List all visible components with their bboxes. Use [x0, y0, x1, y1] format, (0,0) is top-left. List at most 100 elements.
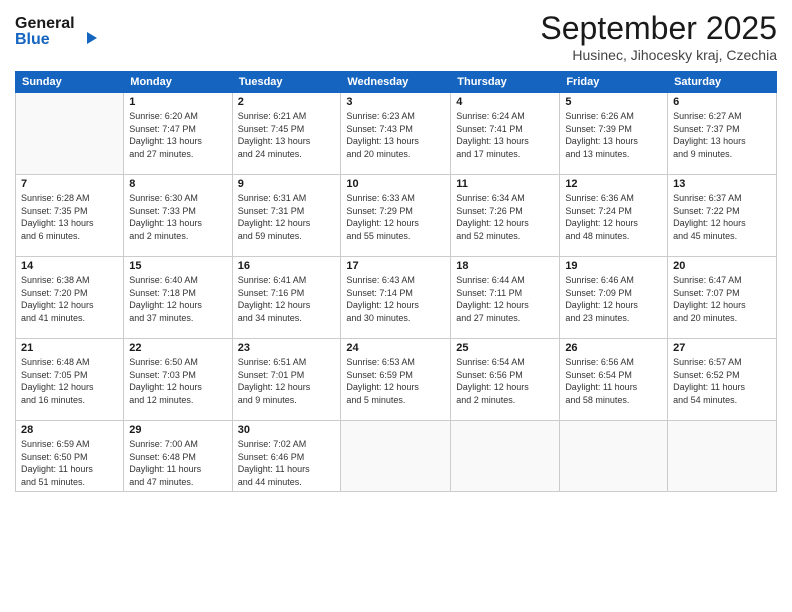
logo-text: General Blue: [15, 10, 105, 55]
table-row: 2 Sunrise: 6:21 AMSunset: 7:45 PMDaylight…: [232, 93, 341, 175]
table-row: 6 Sunrise: 6:27 AMSunset: 7:37 PMDaylight…: [668, 93, 777, 175]
day-info: Sunrise: 6:56 AMSunset: 6:54 PMDaylight:…: [565, 356, 662, 406]
day-info: Sunrise: 7:02 AMSunset: 6:46 PMDaylight:…: [238, 438, 336, 488]
day-info: Sunrise: 6:37 AMSunset: 7:22 PMDaylight:…: [673, 192, 771, 242]
header-wednesday: Wednesday: [341, 72, 451, 93]
day-info: Sunrise: 6:54 AMSunset: 6:56 PMDaylight:…: [456, 356, 554, 406]
table-row: 22 Sunrise: 6:50 AMSunset: 7:03 PMDayligh…: [124, 339, 232, 421]
day-number: 21: [21, 342, 118, 354]
day-info: Sunrise: 6:43 AMSunset: 7:14 PMDaylight:…: [346, 274, 445, 324]
day-info: Sunrise: 6:28 AMSunset: 7:35 PMDaylight:…: [21, 192, 118, 242]
day-info: Sunrise: 6:48 AMSunset: 7:05 PMDaylight:…: [21, 356, 118, 406]
table-row: 20 Sunrise: 6:47 AMSunset: 7:07 PMDayligh…: [668, 257, 777, 339]
table-row: 21 Sunrise: 6:48 AMSunset: 7:05 PMDayligh…: [16, 339, 124, 421]
header-saturday: Saturday: [668, 72, 777, 93]
table-row: 8 Sunrise: 6:30 AMSunset: 7:33 PMDaylight…: [124, 175, 232, 257]
day-info: Sunrise: 6:33 AMSunset: 7:29 PMDaylight:…: [346, 192, 445, 242]
day-info: Sunrise: 6:40 AMSunset: 7:18 PMDaylight:…: [129, 274, 226, 324]
table-row: 9 Sunrise: 6:31 AMSunset: 7:31 PMDaylight…: [232, 175, 341, 257]
day-number: 6: [673, 96, 771, 108]
day-number: 9: [238, 178, 336, 190]
day-info: Sunrise: 6:21 AMSunset: 7:45 PMDaylight:…: [238, 110, 336, 160]
day-info: Sunrise: 6:36 AMSunset: 7:24 PMDaylight:…: [565, 192, 662, 242]
table-row: 3 Sunrise: 6:23 AMSunset: 7:43 PMDaylight…: [341, 93, 451, 175]
day-info: Sunrise: 6:34 AMSunset: 7:26 PMDaylight:…: [456, 192, 554, 242]
table-row: [451, 421, 560, 492]
day-number: 10: [346, 178, 445, 190]
calendar-page: General Blue September 2025 Husinec, Jih…: [0, 0, 792, 612]
day-info: Sunrise: 6:30 AMSunset: 7:33 PMDaylight:…: [129, 192, 226, 242]
day-number: 19: [565, 260, 662, 272]
day-number: 4: [456, 96, 554, 108]
table-row: 30 Sunrise: 7:02 AMSunset: 6:46 PMDayligh…: [232, 421, 341, 492]
day-number: 30: [238, 424, 336, 436]
day-info: Sunrise: 6:51 AMSunset: 7:01 PMDaylight:…: [238, 356, 336, 406]
table-row: 26 Sunrise: 6:56 AMSunset: 6:54 PMDayligh…: [560, 339, 668, 421]
day-number: 13: [673, 178, 771, 190]
day-number: 2: [238, 96, 336, 108]
day-number: 16: [238, 260, 336, 272]
table-row: 17Sunrise: 6:43 AMSunset: 7:14 PMDayligh…: [341, 257, 451, 339]
table-row: 7 Sunrise: 6:28 AMSunset: 7:35 PMDaylight…: [16, 175, 124, 257]
day-info: Sunrise: 6:38 AMSunset: 7:20 PMDaylight:…: [21, 274, 118, 324]
logo: General Blue: [15, 10, 105, 55]
header-tuesday: Tuesday: [232, 72, 341, 93]
page-header: General Blue September 2025 Husinec, Jih…: [15, 10, 777, 63]
day-number: 20: [673, 260, 771, 272]
table-row: 1 Sunrise: 6:20 AMSunset: 7:47 PMDaylight…: [124, 93, 232, 175]
svg-text:General: General: [15, 15, 75, 32]
day-number: 11: [456, 178, 554, 190]
day-number: 27: [673, 342, 771, 354]
calendar-header-row: Sunday Monday Tuesday Wednesday Thursday…: [16, 72, 777, 93]
day-number: 12: [565, 178, 662, 190]
table-row: 18Sunrise: 6:44 AMSunset: 7:11 PMDayligh…: [451, 257, 560, 339]
day-number: 14: [21, 260, 118, 272]
table-row: 28Sunrise: 6:59 AMSunset: 6:50 PMDayligh…: [16, 421, 124, 492]
day-info: Sunrise: 6:23 AMSunset: 7:43 PMDaylight:…: [346, 110, 445, 160]
day-info: Sunrise: 6:27 AMSunset: 7:37 PMDaylight:…: [673, 110, 771, 160]
table-row: 13 Sunrise: 6:37 AMSunset: 7:22 PMDayligh…: [668, 175, 777, 257]
day-info: Sunrise: 6:24 AMSunset: 7:41 PMDaylight:…: [456, 110, 554, 160]
table-row: 4 Sunrise: 6:24 AMSunset: 7:41 PMDaylight…: [451, 93, 560, 175]
day-number: 26: [565, 342, 662, 354]
day-info: Sunrise: 6:53 AMSunset: 6:59 PMDaylight:…: [346, 356, 445, 406]
calendar-table: Sunday Monday Tuesday Wednesday Thursday…: [15, 71, 777, 492]
day-number: 5: [565, 96, 662, 108]
day-info: Sunrise: 6:57 AMSunset: 6:52 PMDaylight:…: [673, 356, 771, 406]
table-row: [560, 421, 668, 492]
day-number: 18: [456, 260, 554, 272]
day-info: Sunrise: 6:50 AMSunset: 7:03 PMDaylight:…: [129, 356, 226, 406]
svg-text:Blue: Blue: [15, 31, 50, 48]
table-row: [16, 93, 124, 175]
header-monday: Monday: [124, 72, 232, 93]
day-number: 22: [129, 342, 226, 354]
table-row: 23 Sunrise: 6:51 AMSunset: 7:01 PMDayligh…: [232, 339, 341, 421]
table-row: [341, 421, 451, 492]
day-info: Sunrise: 6:47 AMSunset: 7:07 PMDaylight:…: [673, 274, 771, 324]
day-number: 8: [129, 178, 226, 190]
day-info: Sunrise: 6:31 AMSunset: 7:31 PMDaylight:…: [238, 192, 336, 242]
table-row: 5Sunrise: 6:26 AMSunset: 7:39 PMDaylight…: [560, 93, 668, 175]
day-number: 3: [346, 96, 445, 108]
table-row: 25 Sunrise: 6:54 AMSunset: 6:56 PMDayligh…: [451, 339, 560, 421]
day-number: 1: [129, 96, 226, 108]
day-number: 15: [129, 260, 226, 272]
table-row: [668, 421, 777, 492]
table-row: 10 Sunrise: 6:33 AMSunset: 7:29 PMDayligh…: [341, 175, 451, 257]
day-info: Sunrise: 6:20 AMSunset: 7:47 PMDaylight:…: [129, 110, 226, 160]
day-info: Sunrise: 6:41 AMSunset: 7:16 PMDaylight:…: [238, 274, 336, 324]
day-info: Sunrise: 6:59 AMSunset: 6:50 PMDaylight:…: [21, 438, 118, 488]
table-row: 14 Sunrise: 6:38 AMSunset: 7:20 PMDayligh…: [16, 257, 124, 339]
day-info: Sunrise: 7:00 AMSunset: 6:48 PMDaylight:…: [129, 438, 226, 488]
header-sunday: Sunday: [16, 72, 124, 93]
day-info: Sunrise: 6:46 AMSunset: 7:09 PMDaylight:…: [565, 274, 662, 324]
day-number: 25: [456, 342, 554, 354]
table-row: 29 Sunrise: 7:00 AMSunset: 6:48 PMDayligh…: [124, 421, 232, 492]
table-row: 12 Sunrise: 6:36 AMSunset: 7:24 PMDayligh…: [560, 175, 668, 257]
month-title: September 2025: [540, 10, 777, 47]
day-number: 29: [129, 424, 226, 436]
header-friday: Friday: [560, 72, 668, 93]
day-number: 7: [21, 178, 118, 190]
title-block: September 2025 Husinec, Jihocesky kraj, …: [540, 10, 777, 63]
day-number: 23: [238, 342, 336, 354]
